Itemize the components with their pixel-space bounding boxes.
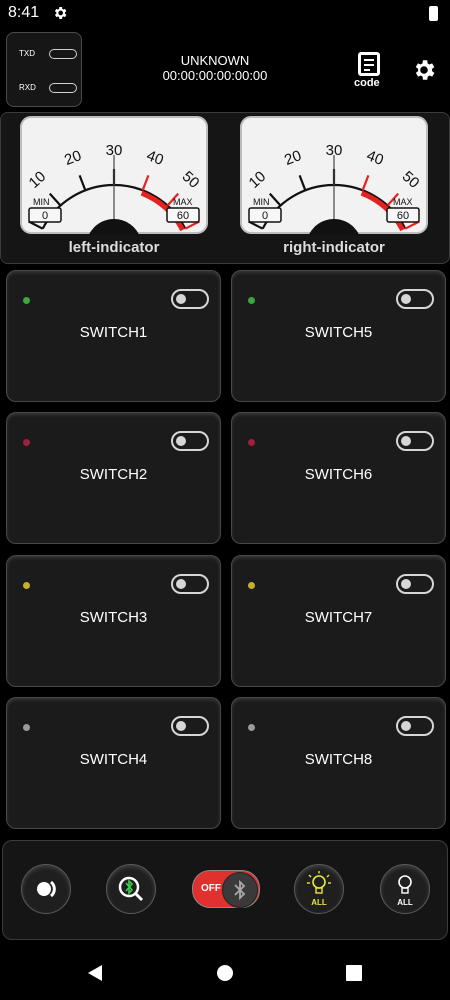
switch-label: SWITCH5 bbox=[304, 324, 373, 341]
switch-card-3[interactable]: SWITCH3 bbox=[6, 555, 221, 687]
left-indicator-label: left-indicator bbox=[68, 239, 160, 256]
bluetooth-toggle[interactable]: OFF bbox=[192, 870, 260, 908]
bottom-control-bar: OFF ALL ALL bbox=[2, 840, 448, 940]
switch-toggle[interactable] bbox=[171, 289, 209, 309]
txd-label: TXD bbox=[19, 49, 35, 58]
home-icon[interactable] bbox=[216, 964, 234, 982]
gauge-min-label: MIN bbox=[253, 197, 270, 207]
status-led bbox=[23, 724, 30, 731]
rxd-led bbox=[49, 83, 77, 93]
right-indicator-gauge: 1020 30 4050MIN MAX0 60 bbox=[240, 116, 428, 235]
all-lights-off-button[interactable]: ALL bbox=[380, 864, 430, 914]
status-led bbox=[248, 582, 255, 589]
back-icon[interactable] bbox=[86, 964, 104, 982]
switch-label: SWITCH7 bbox=[304, 609, 373, 626]
switch-label: SWITCH8 bbox=[304, 751, 373, 768]
gauge-max-label: MAX bbox=[173, 197, 193, 207]
switch-card-1[interactable]: SWITCH1 bbox=[6, 270, 221, 402]
left-indicator-gauge: 1020 30 4050MIN MAX0 60 bbox=[20, 116, 208, 235]
device-name: UNKNOWN bbox=[180, 53, 250, 68]
gauge-min-value: 0 bbox=[42, 210, 48, 222]
bluetooth-search-icon bbox=[118, 876, 144, 902]
all-on-label: ALL bbox=[311, 898, 327, 907]
gauge-max-value: 60 bbox=[177, 210, 189, 222]
toggle-knob bbox=[401, 436, 411, 446]
system-navigation-bar bbox=[0, 945, 450, 1000]
switch-toggle[interactable] bbox=[171, 716, 209, 736]
toggle-knob bbox=[401, 721, 411, 731]
status-led bbox=[248, 724, 255, 731]
status-led bbox=[23, 439, 30, 446]
toggle-knob bbox=[176, 721, 186, 731]
switch-card-8[interactable]: SWITCH8 bbox=[231, 697, 446, 829]
switch-toggle[interactable] bbox=[396, 574, 434, 594]
battery-icon bbox=[429, 6, 438, 21]
toggle-knob bbox=[176, 436, 186, 446]
toggle-knob bbox=[176, 294, 186, 304]
code-icon bbox=[358, 52, 380, 76]
switch-label: SWITCH3 bbox=[79, 609, 148, 626]
toggle-knob bbox=[176, 579, 186, 589]
status-led bbox=[23, 297, 30, 304]
switch-label: SWITCH6 bbox=[304, 466, 373, 483]
switch-toggle[interactable] bbox=[171, 574, 209, 594]
device-address: 00:00:00:00:00:00 bbox=[162, 68, 268, 83]
txd-led bbox=[49, 49, 77, 59]
right-indicator-label: right-indicator bbox=[283, 239, 385, 256]
rxd-label: RXD bbox=[19, 83, 36, 92]
status-time: 8:41 bbox=[8, 4, 40, 21]
toggle-knob bbox=[401, 294, 411, 304]
switch-card-7[interactable]: SWITCH7 bbox=[231, 555, 446, 687]
recents-icon[interactable] bbox=[346, 965, 362, 981]
gauge-max-value: 60 bbox=[397, 210, 409, 222]
meters-panel: 10 20 30 40 50 MIN MAX 0 60 left-indicator 10 20 3… bbox=[0, 112, 450, 264]
switch-toggle[interactable] bbox=[396, 289, 434, 309]
switch-toggle[interactable] bbox=[171, 431, 209, 451]
code-button[interactable]: code bbox=[354, 52, 386, 90]
status-led bbox=[248, 439, 255, 446]
gauge-max-label: MAX bbox=[393, 197, 413, 207]
switch-label: SWITCH4 bbox=[79, 751, 148, 768]
settings-gear-icon[interactable] bbox=[411, 57, 437, 83]
connection-status: UNKNOWN 00:00:00:00:00:00 bbox=[130, 53, 300, 83]
bluetooth-icon bbox=[222, 872, 258, 908]
switch-card-5[interactable]: SWITCH5 bbox=[231, 270, 446, 402]
bluetooth-scan-button[interactable] bbox=[106, 864, 156, 914]
connect-button[interactable] bbox=[21, 864, 71, 914]
switch-toggle[interactable] bbox=[396, 431, 434, 451]
switch-toggle[interactable] bbox=[396, 716, 434, 736]
status-led bbox=[23, 582, 30, 589]
bluetooth-toggle-state: OFF bbox=[201, 883, 221, 894]
gauge-min-value: 0 bbox=[262, 210, 268, 222]
switch-card-2[interactable]: SWITCH2 bbox=[6, 412, 221, 544]
all-off-label: ALL bbox=[397, 898, 413, 907]
toggle-knob bbox=[401, 579, 411, 589]
switch-label: SWITCH2 bbox=[79, 466, 148, 483]
tx-rx-indicator: TXD RXD bbox=[6, 32, 82, 107]
status-bar: 8:41 bbox=[0, 0, 450, 28]
switch-label: SWITCH1 bbox=[79, 324, 148, 341]
settings-notification-icon bbox=[54, 7, 67, 19]
all-lights-on-button[interactable]: ALL bbox=[294, 864, 344, 914]
switch-card-6[interactable]: SWITCH6 bbox=[231, 412, 446, 544]
code-label: code bbox=[354, 77, 380, 89]
switch-card-4[interactable]: SWITCH4 bbox=[6, 697, 221, 829]
gauge-min-label: MIN bbox=[33, 197, 50, 207]
status-led bbox=[248, 297, 255, 304]
connect-icon bbox=[37, 880, 56, 898]
